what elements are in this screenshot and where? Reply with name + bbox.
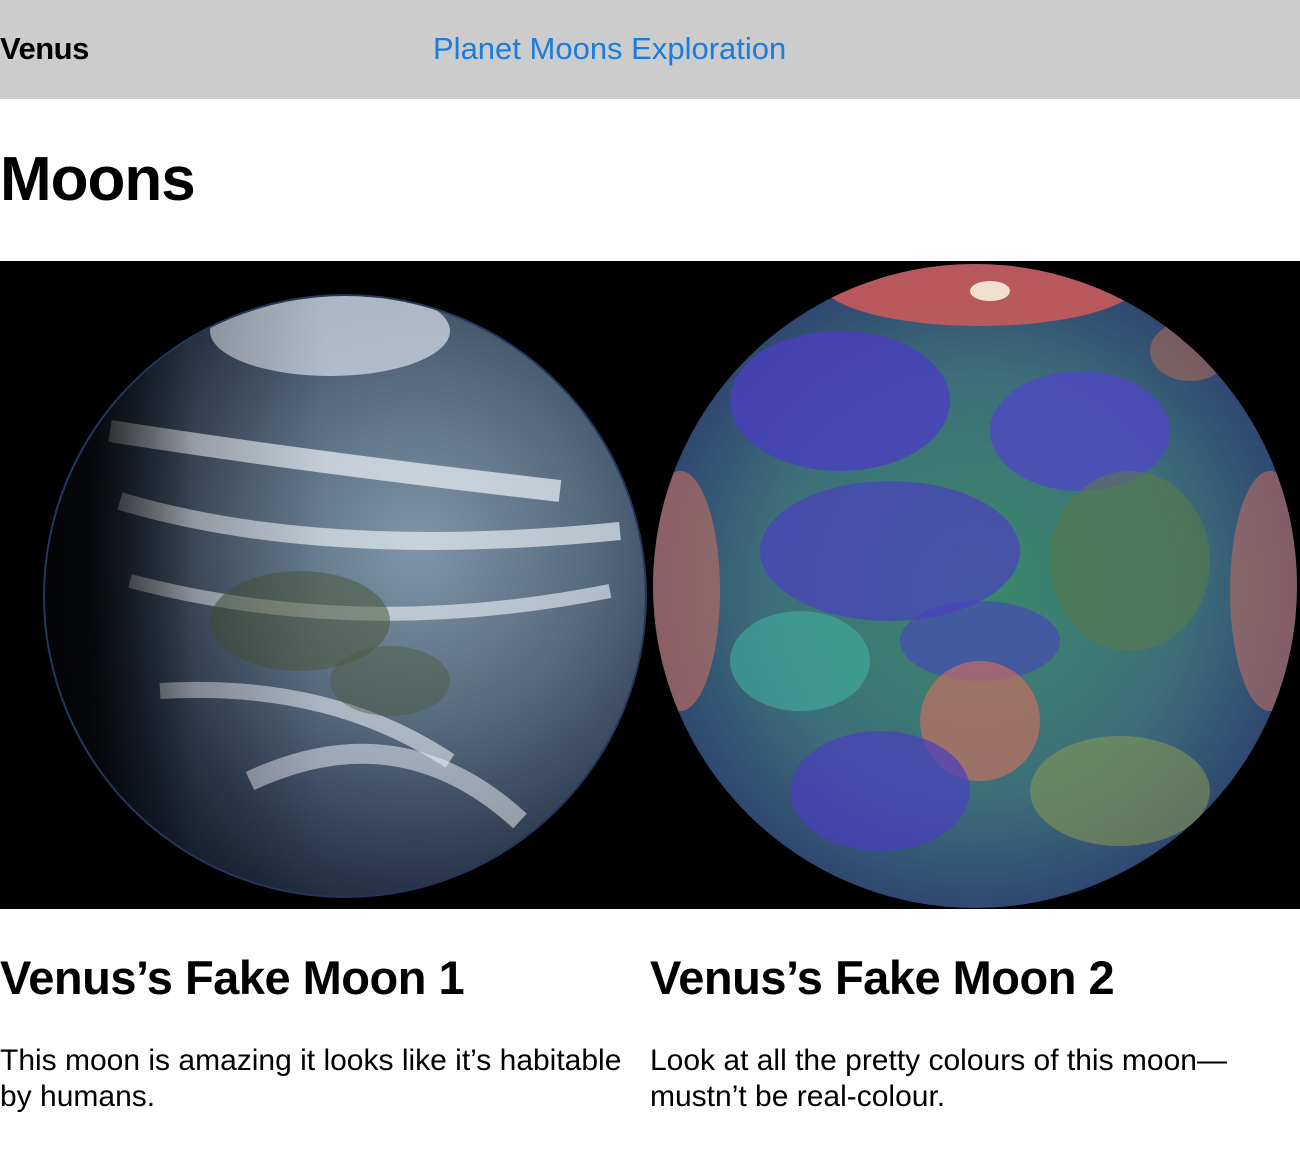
moon-1-title: Venus’s Fake Moon 1: [0, 951, 465, 1004]
site-name: Venus: [0, 31, 89, 66]
nav-link-planet-moons-exploration[interactable]: Planet Moons Exploration: [433, 30, 786, 68]
header-bar: Venus Planet Moons Exploration: [0, 0, 1300, 99]
moon-1-image: [0, 261, 650, 909]
moon-2-image: [650, 261, 1300, 909]
page-title: Moons: [0, 145, 196, 214]
moon-2-description: Look at all the pretty colours of this m…: [650, 1044, 1227, 1113]
moon-1-description: This moon is amazing it looks like it’s …: [0, 1044, 622, 1113]
moon-2-title: Venus’s Fake Moon 2: [650, 951, 1115, 1004]
